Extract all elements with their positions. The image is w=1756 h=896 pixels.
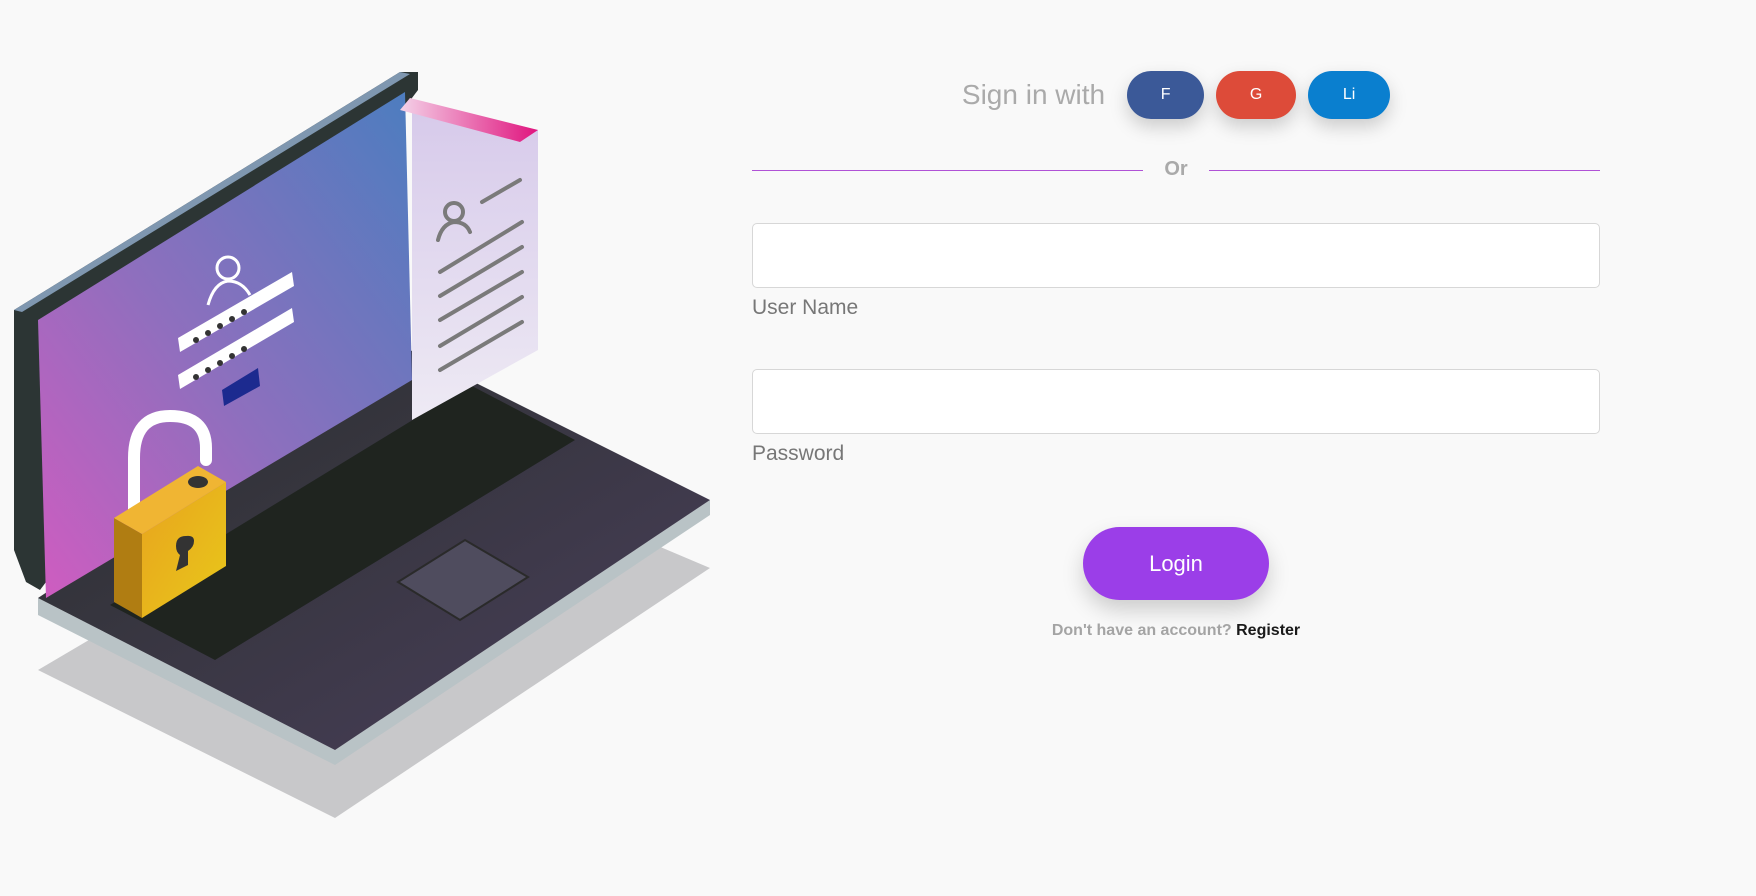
- password-field-group: Password: [752, 369, 1600, 466]
- login-button[interactable]: Login: [1083, 527, 1269, 600]
- register-link[interactable]: Register: [1236, 622, 1300, 639]
- login-illustration: [0, 50, 730, 840]
- linkedin-sign-in-button[interactable]: Li: [1308, 71, 1391, 119]
- login-form-panel: Sign in with F G Li Or User Name Passwor…: [752, 0, 1600, 896]
- username-field-group: User Name: [752, 223, 1600, 320]
- facebook-sign-in-button[interactable]: F: [1127, 71, 1205, 119]
- divider-line-right: [1209, 170, 1600, 171]
- password-label: Password: [752, 442, 845, 465]
- username-label: User Name: [752, 296, 859, 319]
- laptop-illustration: [14, 72, 710, 818]
- register-question: Don't have an account?: [1051, 622, 1232, 639]
- sign-in-with-label: Sign in with: [961, 79, 1106, 110]
- or-divider: Or: [752, 158, 1600, 184]
- username-input[interactable]: [752, 223, 1600, 288]
- google-sign-in-button[interactable]: G: [1216, 71, 1297, 119]
- social-sign-in-row: Sign in with F G Li: [752, 71, 1600, 119]
- register-prompt: Don't have an account? Register: [752, 622, 1600, 640]
- password-input[interactable]: [752, 369, 1600, 434]
- document-icon: [400, 98, 538, 420]
- login-page: Sign in with F G Li Or User Name Passwor…: [0, 0, 1756, 896]
